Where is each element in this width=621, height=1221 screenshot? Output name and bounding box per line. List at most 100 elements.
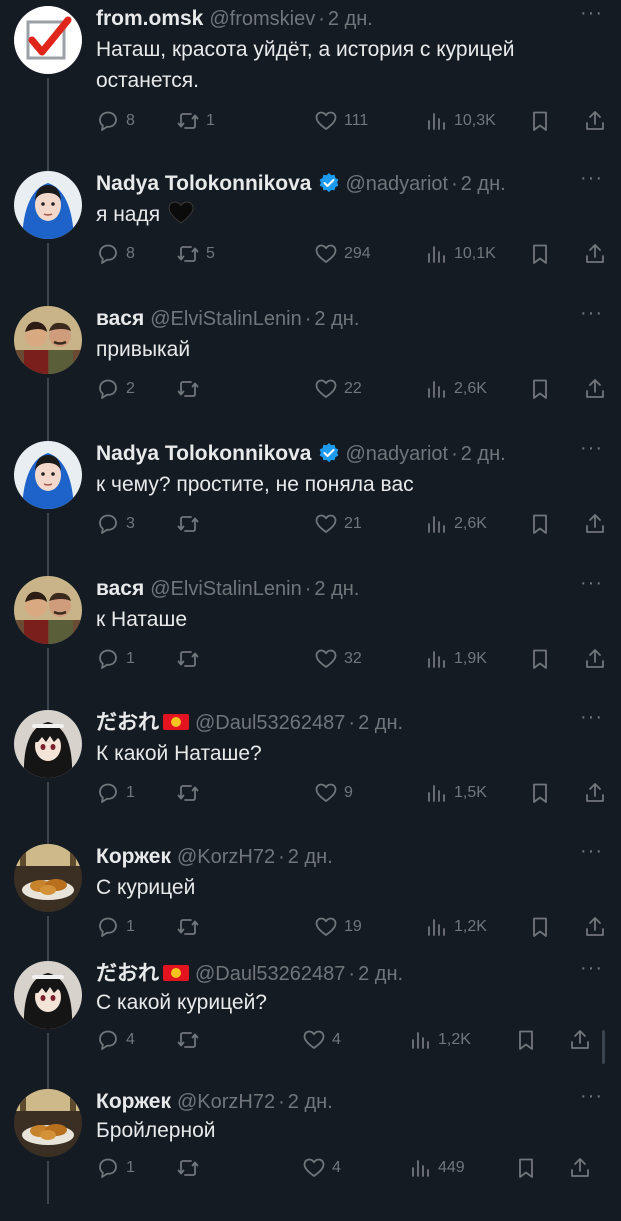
user-handle[interactable]: @fromskiev: [209, 8, 315, 30]
more-options-icon[interactable]: ···: [580, 437, 603, 460]
like-button[interactable]: 9: [314, 778, 353, 808]
timestamp[interactable]: 2 дн.: [461, 173, 506, 195]
reply-button[interactable]: 8: [96, 239, 135, 269]
timestamp[interactable]: 2 дн.: [288, 1091, 333, 1113]
avatar[interactable]: [14, 844, 82, 912]
reply-button[interactable]: 3: [96, 509, 135, 539]
like-button[interactable]: 19: [314, 912, 362, 942]
like-button[interactable]: 4: [302, 1025, 341, 1055]
display-name[interactable]: Nadya Tolokonnikova: [96, 172, 312, 195]
bookmark-button[interactable]: [528, 106, 552, 136]
share-button[interactable]: [568, 1025, 592, 1055]
user-handle[interactable]: @Daul53262487: [195, 963, 345, 985]
like-button[interactable]: 21: [314, 509, 362, 539]
reply-button[interactable]: 2: [96, 374, 135, 404]
bookmark-button[interactable]: [528, 509, 552, 539]
more-options-icon[interactable]: ···: [580, 167, 603, 190]
share-button[interactable]: [583, 778, 607, 808]
bookmark-button[interactable]: [528, 778, 552, 808]
timestamp[interactable]: 2 дн.: [314, 308, 359, 330]
tweet[interactable]: だおれ @Daul53262487 · 2 дн. ··· С какой курицей…: [0, 957, 621, 1093]
repost-button[interactable]: [176, 778, 206, 808]
display-name[interactable]: Nadya Tolokonnikova: [96, 442, 312, 465]
share-button[interactable]: [583, 644, 607, 674]
like-button[interactable]: 22: [314, 374, 362, 404]
display-name[interactable]: вася: [96, 577, 144, 600]
more-options-icon[interactable]: ···: [580, 957, 603, 980]
like-button[interactable]: 294: [314, 239, 371, 269]
bookmark-button[interactable]: [528, 912, 552, 942]
timestamp[interactable]: 2 дн.: [461, 443, 506, 465]
avatar[interactable]: [14, 710, 82, 778]
views-button[interactable]: 1,2K: [424, 912, 487, 942]
display-name[interactable]: from.omsk: [96, 7, 203, 30]
bookmark-button[interactable]: [528, 239, 552, 269]
display-name[interactable]: だおれ: [96, 711, 159, 734]
more-options-icon[interactable]: ···: [580, 302, 603, 325]
avatar[interactable]: [14, 171, 82, 239]
views-button[interactable]: 1,2K: [408, 1025, 471, 1055]
share-button[interactable]: [583, 374, 607, 404]
bookmark-button[interactable]: [528, 644, 552, 674]
more-options-icon[interactable]: ···: [580, 2, 603, 25]
reply-button[interactable]: 1: [96, 912, 135, 942]
reply-button[interactable]: 8: [96, 106, 135, 136]
views-button[interactable]: 2,6K: [424, 374, 487, 404]
user-handle[interactable]: @KorzH72: [177, 1091, 275, 1113]
views-button[interactable]: 1,5K: [424, 778, 487, 808]
display-name[interactable]: вася: [96, 307, 144, 330]
timestamp[interactable]: 2 дн.: [358, 963, 403, 985]
timestamp[interactable]: 2 дн.: [358, 712, 403, 734]
avatar[interactable]: [14, 306, 82, 374]
bookmark-button[interactable]: [514, 1025, 538, 1055]
timestamp[interactable]: 2 дн.: [314, 578, 359, 600]
user-handle[interactable]: @ElviStalinLenin: [150, 578, 302, 600]
more-options-icon[interactable]: ···: [580, 840, 603, 863]
views-button[interactable]: 449: [408, 1153, 465, 1183]
tweet[interactable]: вася @ElviStalinLenin · 2 дн. ··· к Наташе 1 32…: [0, 572, 621, 710]
avatar[interactable]: [14, 1089, 82, 1157]
avatar[interactable]: [14, 576, 82, 644]
share-button[interactable]: [583, 239, 607, 269]
avatar[interactable]: [14, 961, 82, 1029]
reply-button[interactable]: 4: [96, 1025, 135, 1055]
repost-button[interactable]: [176, 1153, 206, 1183]
tweet[interactable]: Коржек @KorzH72 · 2 дн. ··· С курицей 1 19 1,2K: [0, 840, 621, 976]
display-name[interactable]: Коржек: [96, 845, 171, 868]
views-button[interactable]: 10,1K: [424, 239, 496, 269]
views-button[interactable]: 1,9K: [424, 644, 487, 674]
share-button[interactable]: [568, 1153, 592, 1183]
tweet[interactable]: だおれ @Daul53262487 · 2 дн. ··· К какой Наташе?…: [0, 706, 621, 844]
avatar[interactable]: [14, 441, 82, 509]
user-handle[interactable]: @nadyariot: [346, 173, 449, 195]
share-button[interactable]: [583, 106, 607, 136]
repost-button[interactable]: 5: [176, 239, 215, 269]
repost-button[interactable]: [176, 1025, 206, 1055]
bookmark-button[interactable]: [528, 374, 552, 404]
more-options-icon[interactable]: ···: [580, 706, 603, 729]
repost-button[interactable]: [176, 644, 206, 674]
views-button[interactable]: 2,6K: [424, 509, 487, 539]
reply-button[interactable]: 1: [96, 644, 135, 674]
repost-button[interactable]: 1: [176, 106, 215, 136]
share-button[interactable]: [583, 912, 607, 942]
bookmark-button[interactable]: [514, 1153, 538, 1183]
tweet[interactable]: вася @ElviStalinLenin · 2 дн. ··· привыкай 2 22…: [0, 302, 621, 441]
repost-button[interactable]: [176, 912, 206, 942]
avatar[interactable]: [14, 6, 82, 74]
user-handle[interactable]: @Daul53262487: [195, 712, 345, 734]
tweet[interactable]: Коржек @KorzH72 · 2 дн. ··· Бройлерной 1 4 449: [0, 1085, 621, 1221]
tweet[interactable]: Nadya Tolokonnikova @nadyariot · 2 дн. ··· к …: [0, 437, 621, 576]
display-name[interactable]: Коржек: [96, 1090, 171, 1113]
repost-button[interactable]: [176, 374, 206, 404]
like-button[interactable]: 32: [314, 644, 362, 674]
user-handle[interactable]: @nadyariot: [346, 443, 449, 465]
timestamp[interactable]: 2 дн.: [288, 846, 333, 868]
views-button[interactable]: 10,3K: [424, 106, 496, 136]
display-name[interactable]: だおれ: [96, 962, 159, 985]
tweet[interactable]: from.omsk @fromskiev · 2 дн. ··· Наташ, красо…: [0, 2, 621, 171]
reply-button[interactable]: 1: [96, 1153, 135, 1183]
repost-button[interactable]: [176, 509, 206, 539]
like-button[interactable]: 111: [314, 106, 368, 136]
timestamp[interactable]: 2 дн.: [328, 8, 373, 30]
